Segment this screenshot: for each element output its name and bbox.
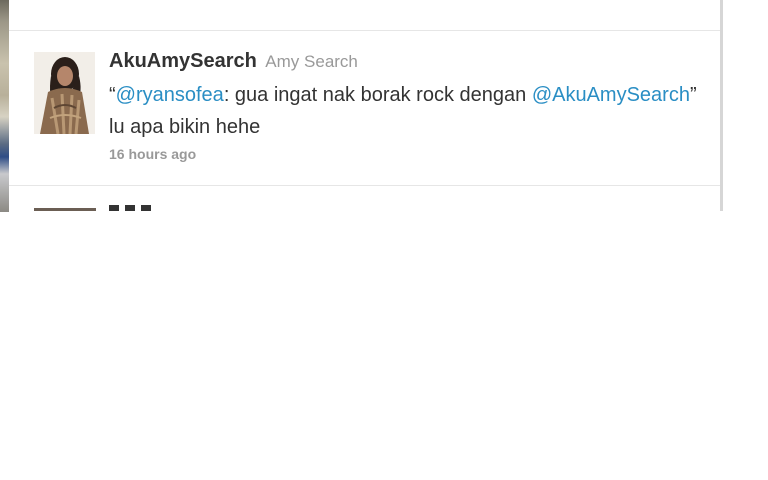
divider	[9, 185, 720, 186]
mention-link[interactable]: @AkuAmySearch	[532, 84, 690, 106]
mention-link[interactable]: @ryansofea	[116, 84, 224, 106]
avatar-image	[34, 52, 95, 134]
open-quote: “	[109, 84, 116, 106]
tweet-header: AkuAmySearch Amy Search	[109, 50, 358, 73]
tweet-text-part: : gua ingat nak borak rock dengan	[223, 84, 532, 106]
avatar[interactable]	[34, 52, 95, 134]
timestamp[interactable]: 16 hours ago	[109, 146, 196, 162]
tweet-timeline: AkuAmySearch Amy Search “@ryansofea: gua…	[9, 0, 723, 211]
screen-name[interactable]: AkuAmySearch	[109, 50, 257, 72]
next-tweet-name	[109, 205, 179, 211]
divider	[9, 30, 720, 31]
background-photo-edge	[0, 0, 9, 212]
next-tweet-avatar[interactable]	[34, 208, 96, 211]
tweet-text: “@ryansofea: gua ingat nak borak rock de…	[109, 79, 709, 143]
full-name: Amy Search	[265, 52, 358, 71]
